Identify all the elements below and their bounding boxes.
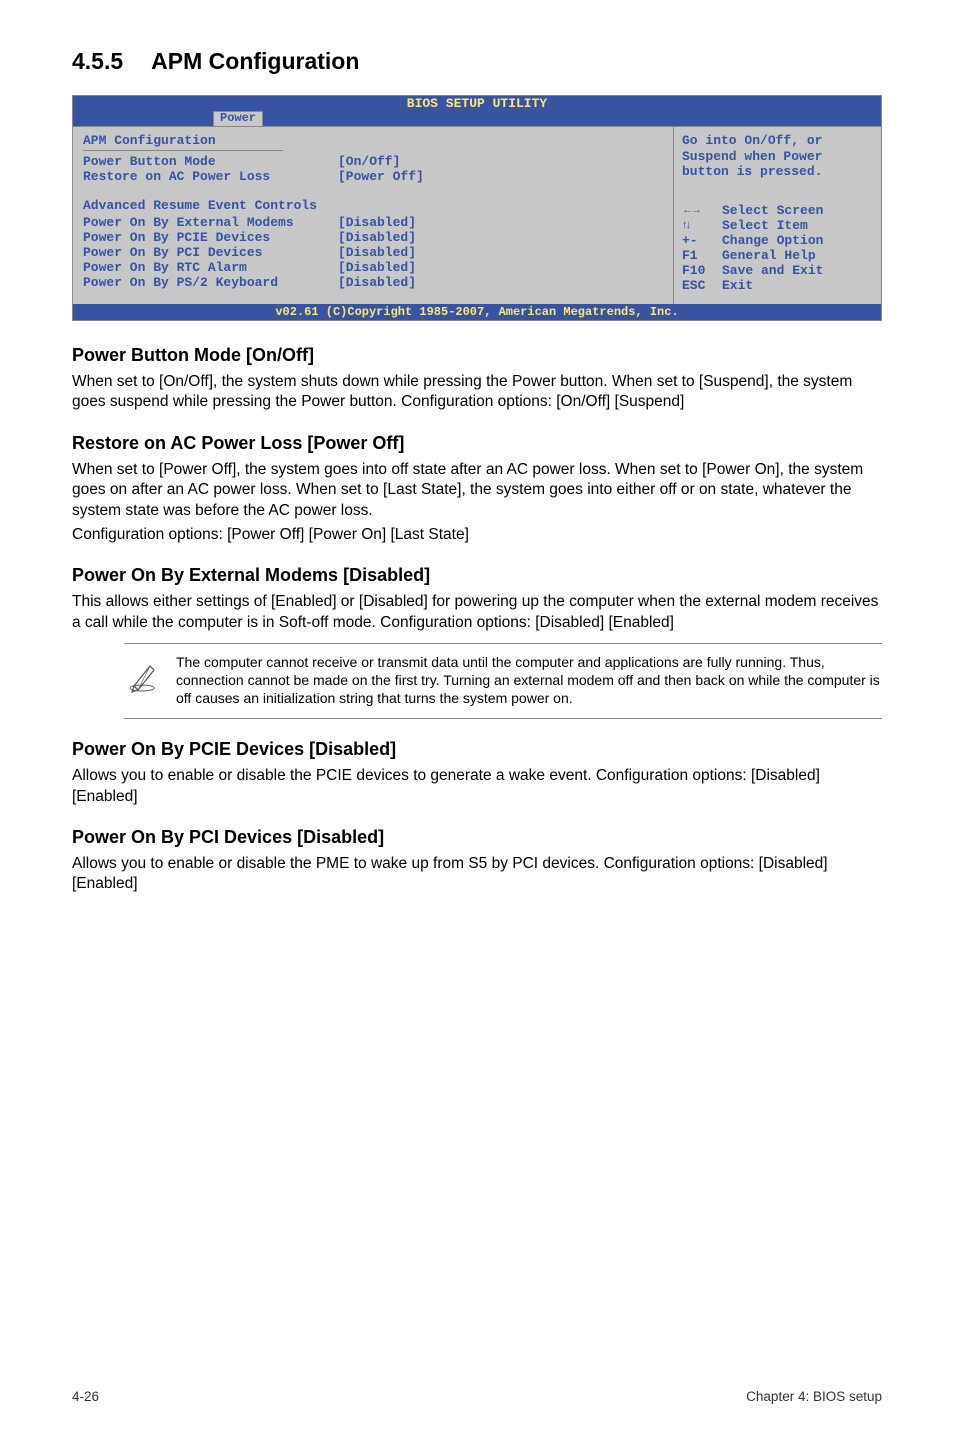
bios-hints: ←→Select Screen↑↓Select Item+-Change Opt… (682, 204, 873, 294)
bios-help-text: Go into On/Off, or Suspend when Power bu… (682, 133, 873, 180)
subheading-pci-devices: Power On By PCI Devices [Disabled] (72, 827, 882, 848)
bios-option-row: Power Button Mode[On/Off] (83, 154, 663, 169)
bios-option-row: Power On By External Modems[Disabled] (83, 215, 663, 230)
bios-hint-text: Select Item (722, 219, 808, 234)
para-pci-devices: Allows you to enable or disable the PME … (72, 854, 882, 895)
bios-hint-row: ESCExit (682, 279, 873, 294)
bios-hint-row: +-Change Option (682, 234, 873, 249)
para-restore-ac-1: When set to [Power Off], the system goes… (72, 460, 882, 521)
bios-option-value: [On/Off] (338, 154, 400, 169)
bios-body: APM Configuration Power Button Mode[On/O… (73, 126, 881, 303)
subheading-external-modems: Power On By External Modems [Disabled] (72, 565, 882, 586)
bios-option-value: [Disabled] (338, 230, 416, 245)
bios-option-label: Power On By PCI Devices (83, 245, 338, 260)
bios-hint-row: ↑↓Select Item (682, 219, 873, 234)
bios-option-row: Power On By RTC Alarm[Disabled] (83, 260, 663, 275)
bios-option-row: Power On By PS/2 Keyboard[Disabled] (83, 275, 663, 290)
bios-hint-text: Select Screen (722, 204, 823, 219)
bios-option-label: Power On By External Modems (83, 215, 338, 230)
bios-option-value: [Disabled] (338, 245, 416, 260)
page-footer: 4-26 Chapter 4: BIOS setup (72, 1389, 882, 1404)
bios-right-panel: Go into On/Off, or Suspend when Power bu… (673, 127, 881, 303)
bios-hint-text: General Help (722, 249, 816, 264)
para-pcie-devices: Allows you to enable or disable the PCIE… (72, 766, 882, 807)
chapter-label: Chapter 4: BIOS setup (746, 1389, 882, 1404)
section-heading: 4.5.5 APM Configuration (72, 48, 882, 75)
bios-left-panel: APM Configuration Power Button Mode[On/O… (73, 127, 673, 303)
note-box: The computer cannot receive or transmit … (124, 643, 882, 719)
bios-option-label: Power Button Mode (83, 154, 338, 169)
bios-option-label: Power On By PS/2 Keyboard (83, 275, 338, 290)
bios-option-value: [Disabled] (338, 215, 416, 230)
bios-option-row: Restore on AC Power Loss[Power Off] (83, 169, 663, 184)
bios-option-value: [Disabled] (338, 260, 416, 275)
bios-tab-power: Power (213, 111, 263, 126)
bios-option-label: Restore on AC Power Loss (83, 169, 338, 184)
bios-hint-key: ↑↓ (682, 219, 722, 234)
para-power-button-mode: When set to [On/Off], the system shuts d… (72, 372, 882, 413)
subheading-restore-ac: Restore on AC Power Loss [Power Off] (72, 433, 882, 454)
para-restore-ac-2: Configuration options: [Power Off] [Powe… (72, 525, 882, 545)
bios-option-value: [Power Off] (338, 169, 424, 184)
bios-screenshot: BIOS SETUP UTILITY Power APM Configurati… (72, 95, 882, 321)
bios-hint-key: ←→ (682, 204, 722, 219)
bios-option-label: Power On By PCIE Devices (83, 230, 338, 245)
bios-option-row: Power On By PCIE Devices[Disabled] (83, 230, 663, 245)
divider (83, 150, 283, 151)
bios-hint-key: F1 (682, 249, 722, 264)
bios-subhead: Advanced Resume Event Controls (83, 198, 663, 213)
bios-header: BIOS SETUP UTILITY Power (73, 96, 881, 126)
bios-hint-key: F10 (682, 264, 722, 279)
bios-hint-row: F1General Help (682, 249, 873, 264)
bios-hint-text: Exit (722, 279, 753, 294)
bios-hint-text: Save and Exit (722, 264, 823, 279)
para-external-modems: This allows either settings of [Enabled]… (72, 592, 882, 633)
note-text: The computer cannot receive or transmit … (176, 654, 882, 708)
subheading-power-button-mode: Power Button Mode [On/Off] (72, 345, 882, 366)
bios-option-value: [Disabled] (338, 275, 416, 290)
bios-footer: v02.61 (C)Copyright 1985-2007, American … (73, 304, 881, 320)
bios-option-label: Power On By RTC Alarm (83, 260, 338, 275)
subheading-pcie-devices: Power On By PCIE Devices [Disabled] (72, 739, 882, 760)
bios-hint-row: ←→Select Screen (682, 204, 873, 219)
bios-hint-key: ESC (682, 279, 722, 294)
bios-hint-key: +- (682, 234, 722, 249)
bios-title: BIOS SETUP UTILITY (73, 97, 881, 111)
pencil-icon (124, 654, 176, 699)
bios-hint-row: F10Save and Exit (682, 264, 873, 279)
bios-option-row: Power On By PCI Devices[Disabled] (83, 245, 663, 260)
section-title-text: APM Configuration (151, 48, 359, 74)
page-number: 4-26 (72, 1389, 99, 1404)
bios-left-title: APM Configuration (83, 133, 663, 148)
bios-tab-row: Power (73, 111, 881, 126)
section-number: 4.5.5 (72, 48, 123, 75)
bios-hint-text: Change Option (722, 234, 823, 249)
